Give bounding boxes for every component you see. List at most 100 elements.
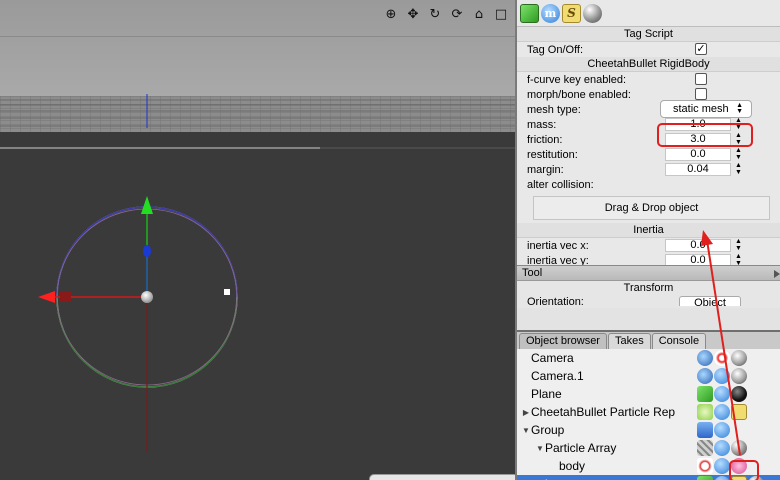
target-tag-icon[interactable] [697, 350, 713, 366]
protection-tag-icon[interactable] [714, 350, 730, 366]
mesh-type-label: mesh type: [527, 103, 581, 116]
friction-label: friction: [527, 133, 563, 146]
rigidbody-header: CheetahBullet RigidBody [517, 57, 780, 72]
viewport-toolbar: ⊕ ✥ ↻ ⟳ ⌂ □ [383, 6, 509, 22]
tree-item-particle-rep[interactable]: ▶ CheetahBullet Particle Rep [517, 403, 780, 421]
margin-row: margin: 0.04 ▲ ▼ [517, 162, 780, 177]
rigidbody-tag-icon[interactable] [697, 386, 713, 402]
tab-object-browser[interactable]: Object browser [519, 333, 607, 349]
mass-label: mass: [527, 118, 557, 131]
attributes-manager: Tag Script Tag On/Off: ✓ CheetahBullet R… [517, 27, 780, 265]
inertia-x-stepper-icon[interactable]: ▲ ▼ [735, 238, 742, 252]
object-tags [697, 440, 747, 456]
tree-item-label: Particle Array [545, 441, 617, 455]
object-tags [697, 368, 747, 384]
tab-takes[interactable]: Takes [607, 333, 651, 349]
tool-panel-header[interactable]: Tool [517, 265, 780, 281]
restitution-stepper-icon[interactable]: ▲ ▼ [735, 147, 742, 161]
phong-tag-icon[interactable] [714, 386, 730, 402]
tree-item-label: Plane [531, 387, 562, 401]
phong-icon[interactable]: m [541, 3, 560, 23]
inertia-y-stepper-icon[interactable]: ▲ ▼ [735, 253, 742, 265]
inertia-y-row: inertia vec y: 0.0 ▲ ▼ [517, 253, 780, 265]
script-icon[interactable]: S [562, 3, 581, 23]
collapse-icon[interactable]: ▼ [521, 426, 531, 435]
inertia-x-field[interactable]: 0.0 [665, 239, 731, 252]
tree-item-camera-1[interactable]: Camera.1 [517, 367, 780, 385]
tree-item-label: Group [531, 423, 565, 437]
cube-icon[interactable] [520, 3, 539, 23]
morph-checkbox[interactable] [695, 88, 707, 100]
object-tags [697, 350, 747, 366]
texture-icon[interactable] [583, 3, 602, 23]
null-object-icon[interactable] [697, 422, 713, 438]
orientation-select[interactable]: Object [679, 296, 741, 306]
tree-item-label: CheetahBullet Particle Rep [531, 405, 676, 419]
array-tag-icon[interactable] [697, 440, 713, 456]
phong-tag-icon[interactable] [714, 368, 730, 384]
tag-on-off-checkbox[interactable]: ✓ [695, 43, 707, 55]
display-tag-icon[interactable] [731, 368, 747, 384]
orientation-label: Orientation: [527, 296, 584, 306]
inertia-y-field[interactable]: 0.0 [665, 254, 731, 265]
pan-icon[interactable]: ✥ [405, 6, 421, 22]
material-tag-icon[interactable] [731, 386, 747, 402]
polygon-object-icon[interactable] [697, 458, 713, 474]
maximize-icon[interactable]: □ [493, 6, 509, 22]
expand-icon[interactable]: ▶ [521, 408, 531, 417]
scale-handle [224, 289, 230, 295]
display-tag-icon[interactable] [731, 350, 747, 366]
orientation-row: Orientation: Object [517, 296, 780, 306]
phong-tag-icon[interactable] [714, 458, 730, 474]
fcurve-checkbox[interactable] [695, 73, 707, 85]
tree-item-label: Camera [531, 351, 574, 365]
tool-panel: Transform Orientation: Object [517, 281, 780, 308]
phong-tag-icon[interactable] [714, 404, 730, 420]
target-tag-icon[interactable] [697, 368, 713, 384]
alter-collision-row: alter collision: [517, 177, 780, 192]
tree-item-particle-array[interactable]: ▼ Particle Array [517, 439, 780, 457]
tag-on-off-label: Tag On/Off: [527, 43, 584, 56]
camera-fit-icon[interactable]: ⌂ [471, 6, 487, 22]
restitution-field[interactable]: 0.0 [665, 148, 731, 161]
rotate-icon[interactable]: ↻ [427, 6, 443, 22]
mesh-type-select[interactable]: static mesh ▲ ▼ [660, 100, 752, 118]
browser-tab-bar: Object browser Takes Console [517, 330, 780, 349]
margin-stepper-icon[interactable]: ▲ ▼ [735, 162, 742, 176]
mesh-type-row: mesh type: static mesh ▲ ▼ [517, 100, 780, 118]
phong-tag-icon[interactable] [714, 440, 730, 456]
particle-tag-icon[interactable] [697, 404, 713, 420]
tab-console[interactable]: Console [651, 333, 707, 349]
move-cross-icon[interactable]: ⊕ [383, 6, 399, 22]
object-tags [697, 404, 747, 420]
plane-object [0, 132, 515, 480]
collapse-icon[interactable]: ▼ [535, 444, 545, 453]
tree-item-camera[interactable]: Camera [517, 349, 780, 367]
refresh-icon[interactable]: ⟳ [449, 6, 465, 22]
tree-item-group[interactable]: ▼ Group [517, 421, 780, 439]
phong-tag-icon[interactable] [714, 476, 730, 480]
object-browser-panel: Object browser Takes Console Camera Came… [517, 330, 780, 480]
mesh-type-highlight [657, 123, 753, 147]
drag-drop-zone[interactable]: Drag & Drop object [533, 196, 770, 220]
cube-tag-icon[interactable] [697, 476, 713, 480]
margin-label: margin: [527, 163, 564, 176]
fcurve-label: f-curve key enabled: [527, 73, 627, 86]
object-tags [697, 422, 730, 438]
mesh-type-value: static mesh [673, 103, 729, 115]
fcurve-row: f-curve key enabled: [517, 72, 780, 87]
morph-label: morph/bone enabled: [527, 88, 631, 101]
viewport-scene [0, 0, 515, 480]
right-panel: m S Tag Script Tag On/Off: ✓ CheetahBull… [515, 0, 780, 480]
inertia-x-row: inertia vec x: 0.0 ▲ ▼ [517, 238, 780, 253]
tree-item-plane[interactable]: Plane [517, 385, 780, 403]
viewport-status-tab [369, 474, 515, 480]
viewport-3d[interactable]: ⊕ ✥ ↻ ⟳ ⌂ □ [0, 0, 515, 480]
texture-tag-icon[interactable] [731, 440, 747, 456]
tag-script-header: Tag Script [517, 27, 780, 42]
phong-tag-icon[interactable] [714, 422, 730, 438]
margin-field[interactable]: 0.04 [665, 163, 731, 176]
pivot-handle [141, 291, 153, 303]
script-tag-highlight [729, 460, 759, 480]
script-tag-icon[interactable] [731, 404, 747, 420]
